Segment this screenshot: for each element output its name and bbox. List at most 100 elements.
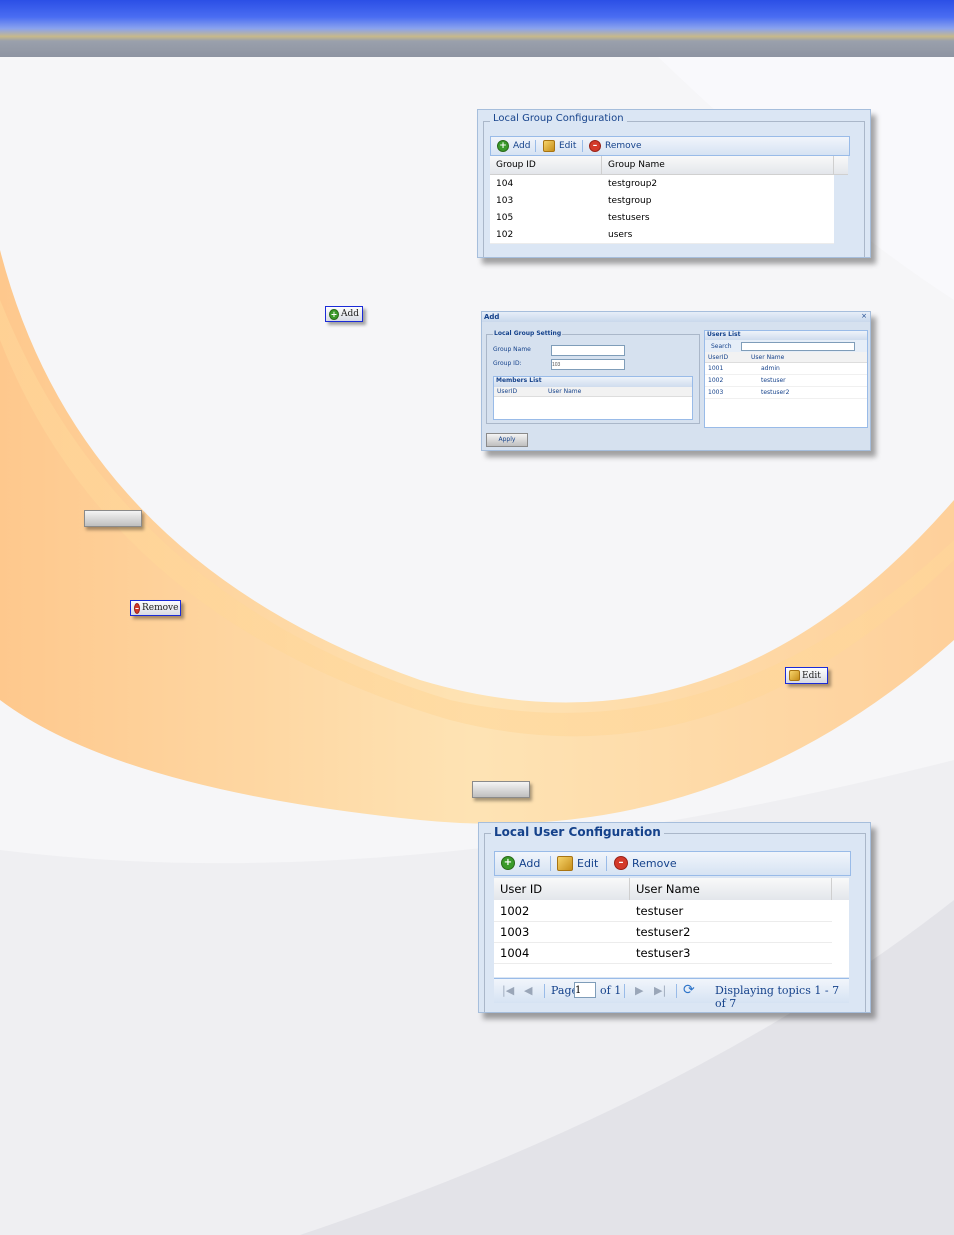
- table-row[interactable]: 105 testusers: [490, 209, 834, 227]
- group-name-label: Group Name: [493, 346, 531, 353]
- group-id-cell: 103: [496, 195, 514, 206]
- user-pager: |◀ ◀ Page of 1 ▶ ▶| ⟳ Displaying topics …: [494, 978, 849, 1010]
- column-group-name[interactable]: Group Name: [602, 156, 834, 174]
- dialog-title: Add: [484, 313, 500, 321]
- members-list: Members List UserID User Name: [493, 376, 693, 420]
- group-id-cell: 104: [496, 178, 514, 189]
- user-name-cell: testuser3: [636, 946, 691, 960]
- list-item[interactable]: 1003 testuser2: [705, 387, 867, 399]
- table-row[interactable]: 103 testgroup: [490, 192, 834, 210]
- group-name-cell: testgroup2: [608, 178, 658, 189]
- dialog-titlebar: Add ×: [482, 312, 870, 322]
- first-page-icon[interactable]: |◀: [502, 984, 514, 997]
- group-add-button[interactable]: + Add: [497, 140, 530, 152]
- group-add-label: Add: [513, 141, 531, 151]
- group-setting-title: Local Group Setting: [493, 330, 563, 337]
- list-item[interactable]: 1001 admin: [705, 363, 867, 375]
- users-col-userid[interactable]: UserID: [708, 354, 728, 361]
- users-col-username[interactable]: User Name: [751, 354, 784, 361]
- user-toolbar: + Add Edit – Remove: [494, 851, 851, 876]
- group-edit-label: Edit: [559, 141, 577, 151]
- edit-chip-label: Edit: [802, 670, 821, 681]
- users-header: UserID User Name: [705, 352, 867, 363]
- user-add-button[interactable]: + Add: [501, 856, 540, 870]
- user-grid-header: User ID User Name: [494, 878, 849, 901]
- table-row[interactable]: 104 testgroup2: [490, 175, 834, 193]
- next-page-icon[interactable]: ▶: [635, 984, 643, 997]
- users-search-input[interactable]: [741, 342, 855, 351]
- page-number-input[interactable]: [574, 982, 596, 998]
- members-title-bar: Members List: [494, 377, 692, 387]
- user-id-cell: 1002: [500, 904, 530, 918]
- apply-button[interactable]: Apply: [486, 433, 528, 447]
- user-id-cell: 1003: [500, 925, 530, 939]
- user-remove-button[interactable]: – Remove: [614, 856, 677, 870]
- add-group-dialog: Add × Local Group Setting Group Name Gro…: [481, 311, 871, 451]
- user-name-cell: testuser: [636, 904, 684, 918]
- users-title: Users List: [707, 331, 741, 338]
- close-icon[interactable]: ×: [861, 312, 867, 320]
- toolbar-separator: [582, 140, 583, 152]
- edit-icon: [543, 140, 555, 152]
- apply-button-illustration[interactable]: [84, 510, 142, 527]
- remove-chip-button[interactable]: – Remove: [130, 600, 181, 616]
- group-config-title: Local Group Configuration: [490, 113, 627, 124]
- list-item[interactable]: 1002 testuser: [705, 375, 867, 387]
- toolbar-separator: [550, 856, 551, 871]
- user-add-label: Add: [519, 856, 541, 870]
- group-grid-header: Group ID Group Name: [490, 156, 848, 175]
- add-icon: +: [497, 140, 509, 152]
- user-remove-label: Remove: [632, 856, 677, 870]
- user-edit-button[interactable]: Edit: [557, 856, 598, 871]
- last-page-icon[interactable]: ▶|: [654, 984, 666, 997]
- toolbar-separator: [676, 984, 677, 998]
- toolbar-separator: [606, 856, 607, 871]
- apply-label: Apply: [498, 436, 516, 443]
- add-chip-label: Add: [340, 309, 359, 319]
- toolbar-separator: [535, 140, 536, 152]
- prev-page-icon[interactable]: ◀: [524, 984, 532, 997]
- group-config-panel: Local Group Configuration + Add Edit – R…: [477, 109, 871, 258]
- column-user-name[interactable]: User Name: [630, 878, 832, 900]
- group-remove-label: Remove: [605, 141, 642, 151]
- column-group-id[interactable]: Group ID: [490, 156, 602, 174]
- table-row[interactable]: 1002 testuser: [494, 901, 832, 922]
- table-row[interactable]: 1004 testuser3: [494, 943, 832, 964]
- user-config-title: Local User Configuration: [491, 825, 664, 839]
- group-remove-button[interactable]: – Remove: [589, 140, 642, 152]
- edit-icon: [789, 670, 800, 681]
- add-icon: +: [329, 308, 339, 320]
- paging-status: Displaying topics 1 - 7 of 7: [715, 984, 840, 1010]
- apply-button-illustration[interactable]: [472, 781, 530, 798]
- table-row[interactable]: 1003 testuser2: [494, 922, 832, 943]
- group-id-cell: 105: [496, 212, 514, 223]
- group-id-input[interactable]: [551, 359, 625, 370]
- users-list-panel: Users List Search UserID User Name 1001 …: [704, 330, 868, 428]
- members-col-userid[interactable]: UserID: [497, 388, 517, 395]
- refresh-icon[interactable]: ⟳: [683, 982, 695, 998]
- header-banner: [0, 0, 954, 57]
- table-row[interactable]: 102 users: [490, 226, 834, 244]
- members-col-username[interactable]: User Name: [548, 388, 581, 395]
- group-id-label: Group ID:: [493, 360, 522, 367]
- remove-chip-label: Remove: [142, 603, 179, 613]
- user-edit-label: Edit: [577, 857, 599, 870]
- edit-chip-button[interactable]: Edit: [785, 667, 828, 684]
- toolbar-separator: [624, 984, 625, 998]
- group-id-cell: 102: [496, 229, 514, 240]
- users-search-bar: Search: [705, 340, 867, 352]
- remove-icon: –: [614, 856, 628, 870]
- page-total: of 1: [600, 984, 622, 997]
- column-user-id[interactable]: User ID: [494, 878, 630, 900]
- toolbar-separator: [544, 984, 545, 998]
- members-header: UserID User Name: [494, 387, 692, 397]
- group-toolbar: + Add Edit – Remove: [490, 136, 850, 156]
- user-config-panel: Local User Configuration + Add Edit – Re…: [478, 822, 871, 1013]
- add-icon: +: [501, 856, 515, 870]
- group-name-cell: testgroup: [608, 195, 652, 206]
- users-title-bar: Users List: [705, 331, 867, 340]
- group-name-input[interactable]: [551, 345, 625, 356]
- group-name-cell: testusers: [608, 212, 650, 223]
- add-chip-button[interactable]: + Add: [325, 306, 363, 322]
- group-edit-button[interactable]: Edit: [543, 140, 576, 152]
